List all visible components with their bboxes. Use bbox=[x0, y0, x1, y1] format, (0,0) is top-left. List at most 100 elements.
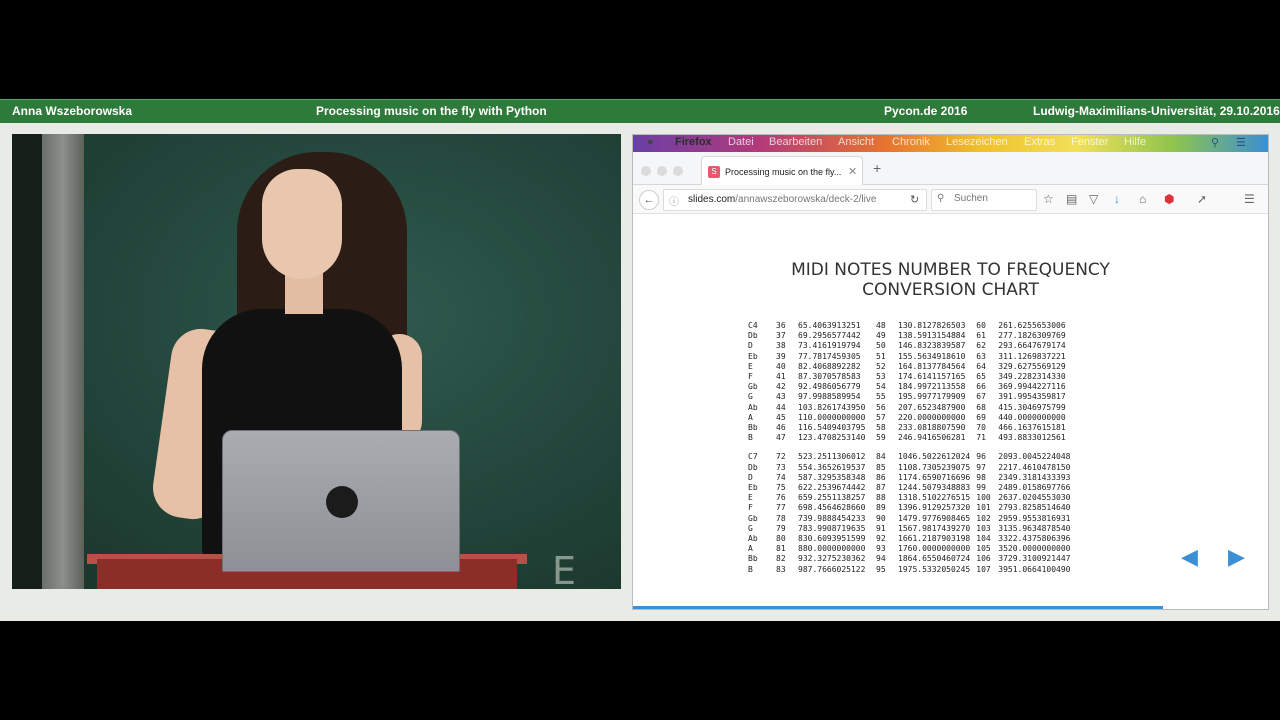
table-cell: 99 bbox=[976, 483, 986, 493]
table-cell: 587.3295358348 bbox=[798, 472, 866, 482]
spotlight-icon[interactable]: ⚲ bbox=[1211, 136, 1219, 149]
table-cell: 1479.9776908465 bbox=[898, 513, 971, 523]
url-text[interactable]: slides.com/annawszeborowska/deck-2/live bbox=[688, 194, 876, 205]
table-cell: 130.8127826503 bbox=[898, 321, 966, 330]
table-cell: Gb bbox=[748, 513, 758, 523]
table-cell: 71 bbox=[976, 433, 986, 443]
apple-icon[interactable]: ● bbox=[647, 136, 654, 148]
menu-fenster[interactable]: Fenster bbox=[1071, 136, 1108, 148]
table-cell: 60 bbox=[976, 321, 986, 330]
tab-strip: S Processing music on the fly... ✕ + bbox=[633, 152, 1268, 185]
prev-slide-icon[interactable]: ◀ bbox=[1181, 544, 1198, 570]
home-icon[interactable]: ⌂ bbox=[1139, 192, 1146, 206]
table-cell: 57 bbox=[876, 412, 886, 422]
zoom-window-icon[interactable] bbox=[673, 166, 683, 176]
table-cell: 59 bbox=[876, 433, 886, 443]
table-row: G 79 783.9908719635 91 1567.9817439270 103 313… bbox=[748, 524, 1077, 534]
table-cell: 493.8833012561 bbox=[998, 433, 1066, 443]
reload-icon[interactable]: ↻ bbox=[910, 193, 919, 206]
venue-date: Ludwig-Maximilians-Universität, 29.10.20… bbox=[1033, 104, 1280, 118]
table-row: Bb 46 116.5409403795 58 233.0818807590 70 466.… bbox=[748, 423, 1077, 433]
menu-datei[interactable]: Datei bbox=[728, 136, 754, 148]
table-cell: 94 bbox=[876, 554, 886, 564]
table-cell: 82 bbox=[776, 554, 786, 564]
table-cell: 37 bbox=[776, 331, 786, 341]
download-icon[interactable]: ↓ bbox=[1114, 192, 1120, 206]
table-cell: 78 bbox=[776, 513, 786, 523]
menu-ansicht[interactable]: Ansicht bbox=[838, 136, 874, 148]
table-cell: 1318.5102276515 bbox=[898, 493, 971, 503]
table-cell: 391.9954359817 bbox=[998, 392, 1066, 402]
table-row: A 45 110.0000000000 57 220.0000000000 69 440.0… bbox=[748, 413, 1077, 423]
table-cell: 932.3275230362 bbox=[798, 554, 866, 564]
table-cell: 93 bbox=[876, 544, 886, 554]
table-cell: 1244.5079348883 bbox=[898, 483, 971, 493]
table-cell: 85 bbox=[876, 462, 886, 472]
table-cell: 51 bbox=[876, 351, 886, 361]
table-row: Eb 75 622.2539674442 87 1244.5079348883 99 248… bbox=[748, 483, 1077, 493]
slide-title: MIDI NOTES NUMBER TO FREQUENCY CONVERSIO… bbox=[633, 260, 1268, 300]
table-cell: 86 bbox=[876, 472, 886, 482]
next-slide-icon[interactable]: ▶ bbox=[1228, 544, 1245, 570]
menu-bearbeiten[interactable]: Bearbeiten bbox=[769, 136, 822, 148]
table-row: Ab 80 830.6093951599 92 1661.2187903198 104 33… bbox=[748, 534, 1077, 544]
table-spacer bbox=[748, 443, 1077, 452]
share-icon[interactable]: ➚ bbox=[1197, 192, 1207, 206]
table-cell: 72 bbox=[776, 452, 786, 462]
star-icon[interactable]: ☆ bbox=[1043, 192, 1054, 206]
table-cell: 369.9944227116 bbox=[998, 382, 1066, 392]
table-row: Eb 39 77.7817459305 51 155.5634918610 63 311.1… bbox=[748, 352, 1077, 362]
table-row: D 74 587.3295358348 86 1174.6590716696 98 2349… bbox=[748, 473, 1077, 483]
menu-lesezeichen[interactable]: Lesezeichen bbox=[946, 136, 1008, 148]
pocket-icon[interactable]: ▽ bbox=[1089, 192, 1098, 206]
search-input[interactable] bbox=[952, 192, 1036, 205]
menu-icon[interactable]: ☰ bbox=[1244, 192, 1255, 206]
table-cell: 3729.3100921447 bbox=[998, 554, 1071, 564]
menu-extras[interactable]: Extras bbox=[1024, 136, 1055, 148]
slide-content: MIDI NOTES NUMBER TO FREQUENCY CONVERSIO… bbox=[633, 214, 1268, 609]
table-cell: 220.0000000000 bbox=[898, 412, 966, 422]
table-cell: 77.7817459305 bbox=[798, 351, 861, 361]
menu-chronik[interactable]: Chronik bbox=[892, 136, 930, 148]
table-cell: 2349.3181433393 bbox=[998, 472, 1071, 482]
table-cell: Eb bbox=[748, 483, 758, 493]
table-cell: C4 bbox=[748, 321, 758, 330]
table-cell: 58 bbox=[876, 423, 886, 433]
table-cell: 311.1269837221 bbox=[998, 351, 1066, 361]
table-cell: F bbox=[748, 372, 753, 382]
event-name: Pycon.de 2016 bbox=[884, 104, 968, 118]
table-cell: 53 bbox=[876, 372, 886, 382]
menu-hilfe[interactable]: Hilfe bbox=[1124, 136, 1146, 148]
table-cell: 987.7666025122 bbox=[798, 564, 866, 574]
speaker-face bbox=[262, 169, 342, 279]
table-cell: Bb bbox=[748, 423, 758, 433]
info-icon[interactable]: ⓘ bbox=[669, 193, 679, 208]
table-cell: 2489.0158697766 bbox=[998, 483, 1071, 493]
table-cell: 138.5913154884 bbox=[898, 331, 966, 341]
table-cell: A bbox=[748, 544, 753, 554]
close-window-icon[interactable] bbox=[641, 166, 651, 176]
table-cell: 103.8261743950 bbox=[798, 402, 866, 412]
table-cell: 3322.4375806396 bbox=[998, 534, 1071, 544]
close-tab-icon[interactable]: ✕ bbox=[848, 165, 857, 178]
table-cell: 56 bbox=[876, 402, 886, 412]
notification-list-icon[interactable]: ☰ bbox=[1236, 136, 1246, 149]
midi-table: C4 36 65.4063913251 48 130.8127826503 60 261.6… bbox=[748, 321, 1077, 575]
table-cell: A bbox=[748, 412, 753, 422]
search-box[interactable]: ⚲ bbox=[931, 189, 1037, 211]
url-bar[interactable]: ⓘ slides.com/annawszeborowska/deck-2/liv… bbox=[663, 189, 927, 211]
clipboard-icon[interactable]: ▤ bbox=[1066, 192, 1077, 206]
new-tab-icon[interactable]: + bbox=[873, 160, 881, 176]
adblock-icon[interactable]: ⬢ bbox=[1164, 192, 1174, 206]
table-cell: 106 bbox=[976, 554, 991, 564]
table-cell: 68 bbox=[976, 402, 986, 412]
back-icon[interactable]: ← bbox=[639, 190, 659, 210]
tab-processing-music[interactable]: S Processing music on the fly... ✕ bbox=[701, 156, 863, 185]
menu-firefox[interactable]: Firefox bbox=[675, 136, 712, 148]
table-cell: 83 bbox=[776, 564, 786, 574]
url-path: /annawszeborowska/deck-2/live bbox=[735, 194, 877, 205]
table-cell: 48 bbox=[876, 321, 886, 330]
table-cell: 77 bbox=[776, 503, 786, 513]
minimize-window-icon[interactable] bbox=[657, 166, 667, 176]
navigation-bar: ← ⓘ slides.com/annawszeborowska/deck-2/l… bbox=[633, 185, 1268, 214]
